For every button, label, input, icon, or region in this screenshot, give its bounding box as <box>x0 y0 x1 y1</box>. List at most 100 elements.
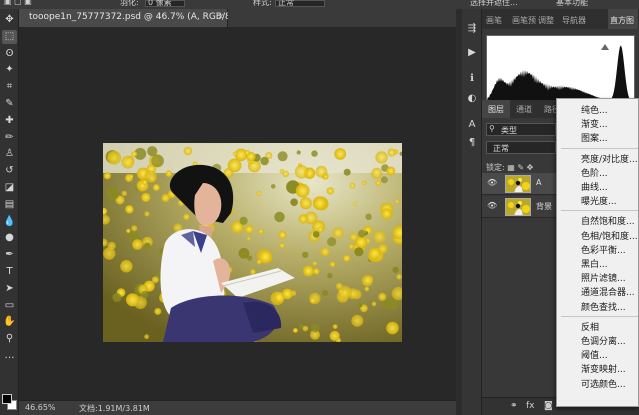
tab-layers-0[interactable]: 图层 <box>488 104 504 115</box>
select-mask-button[interactable]: 选择并遮住... <box>470 0 518 8</box>
brush-tool-icon[interactable]: ✏ <box>2 131 17 145</box>
document-tab[interactable]: tooope1n_75777372.psd @ 46.7% (A, RGB/8#… <box>19 9 249 27</box>
visibility-eye-icon[interactable]: 👁 <box>487 201 497 210</box>
eyedropper-tool-icon[interactable]: ✎ <box>2 97 17 111</box>
menu-item-adjustment[interactable]: 渐变... <box>581 117 608 130</box>
move-tool-icon[interactable]: ✥ <box>2 13 17 27</box>
menu-separator <box>561 210 638 212</box>
eraser-tool-icon[interactable]: ◪ <box>2 181 17 195</box>
style-select[interactable]: 正常 <box>275 0 325 7</box>
feather-input[interactable]: 0 像素 <box>145 0 185 7</box>
collapsed-panels-column: ⇶ ▶ ℹ ◐ A ¶ <box>462 9 482 415</box>
menu-item-adjustment[interactable]: 可选颜色... <box>581 377 626 390</box>
tab-histogram-2[interactable]: 调整 <box>538 15 554 26</box>
color-panel-icon[interactable]: ◐ <box>465 91 479 105</box>
menu-item-adjustment[interactable]: 亮度/对比度... <box>581 152 638 165</box>
options-bar: ▣ ▢ ▣ 羽化: 0 像素 样式: 正常 选择并遮住... 基本功能 <box>0 0 639 9</box>
rectangle-tool-icon[interactable]: ▭ <box>2 299 17 313</box>
menu-item-adjustment[interactable]: 色相/饱和度... <box>581 229 638 242</box>
histogram-panel-tabs: 画笔 画笔预 调整 导航器 直方图 <box>482 9 639 29</box>
histogram-graph <box>487 44 634 102</box>
gradient-tool-icon[interactable]: ▤ <box>2 198 17 212</box>
style-value: 正常 <box>278 0 294 7</box>
layer-effects-icon[interactable]: fx <box>526 401 535 411</box>
hand-tool-icon[interactable]: ✋ <box>2 315 17 329</box>
canvas-area[interactable] <box>19 27 456 400</box>
tab-layers-1[interactable]: 通道 <box>516 104 532 115</box>
workspace-select[interactable]: 基本功能 <box>556 0 588 8</box>
blur-tool-icon[interactable]: 💧 <box>2 215 17 229</box>
menu-item-adjustment[interactable]: 反相 <box>581 320 599 333</box>
info-panel-icon[interactable]: ℹ <box>465 71 479 85</box>
blend-mode-select[interactable]: 正常 <box>486 141 556 154</box>
visibility-eye-icon[interactable]: 👁 <box>487 178 497 187</box>
lock-row: 锁定: ▦ ✎ ✥ <box>486 162 533 173</box>
close-tab-icon[interactable]: × <box>217 12 225 22</box>
blend-mode-value: 正常 <box>493 144 509 153</box>
layer-mask-icon[interactable]: ◙ <box>544 401 553 411</box>
layer-name: A <box>536 178 542 187</box>
tab-histogram-1[interactable]: 画笔预 <box>512 15 536 26</box>
foreground-color-swatch[interactable] <box>2 394 12 404</box>
feather-value: 0 像素 <box>148 0 172 7</box>
menu-separator <box>561 315 638 317</box>
menu-item-adjustment[interactable]: 曝光度... <box>581 194 617 207</box>
menu-item-adjustment[interactable]: 自然饱和度... <box>581 214 635 227</box>
search-icon: ⚲ <box>489 124 495 133</box>
menu-item-adjustment[interactable]: 色调分离... <box>581 334 626 347</box>
lock-label: 锁定: <box>486 163 505 172</box>
menu-item-adjustment[interactable]: 照片滤镜... <box>581 271 626 284</box>
history-panel-icon[interactable]: ⇶ <box>465 21 479 35</box>
menu-item-adjustment[interactable]: 图案... <box>581 131 608 144</box>
play-action-icon[interactable]: ▶ <box>465 45 479 59</box>
document-size-info: 文档:1.91M/3.81M <box>79 404 150 413</box>
adjustment-layer-menu: 纯色... 渐变... 图案... 亮度/对比度... 色阶... 曲线... 曝光度...… <box>556 98 639 407</box>
menu-item-adjustment[interactable]: 渐变映射... <box>581 362 626 375</box>
lasso-tool-icon[interactable]: ʘ <box>2 47 17 61</box>
zoom-tool-icon[interactable]: ⚲ <box>2 332 17 346</box>
menu-item-adjustment[interactable]: 曲线... <box>581 180 608 193</box>
healing-brush-tool-icon[interactable]: ✚ <box>2 114 17 128</box>
menu-item-adjustment[interactable]: 黑白... <box>581 257 608 270</box>
clone-stamp-tool-icon[interactable]: ♙ <box>2 147 17 161</box>
menu-item-adjustment[interactable]: 通道混合器... <box>581 285 635 298</box>
menu-item-adjustment[interactable]: 色彩平衡... <box>581 243 626 256</box>
menu-separator <box>561 147 638 149</box>
zoom-level[interactable]: 46.65% <box>25 403 56 412</box>
document-image[interactable] <box>103 143 402 342</box>
paragraph-panel-icon[interactable]: ¶ <box>465 135 479 149</box>
layer-thumbnail <box>505 198 531 216</box>
character-panel-icon[interactable]: A <box>465 117 479 131</box>
history-brush-tool-icon[interactable]: ↺ <box>2 164 17 178</box>
lock-position-icon[interactable]: ✥ <box>527 163 534 172</box>
menu-item-adjustment[interactable]: 色阶... <box>581 166 608 179</box>
tab-histogram-4[interactable]: 直方图 <box>610 15 634 26</box>
layer-filter-select[interactable]: ⚲ 类型 <box>486 123 556 136</box>
layer-thumbnail <box>505 175 531 193</box>
lock-transparent-icon[interactable]: ▦ <box>507 163 517 172</box>
dodge-tool-icon[interactable]: ● <box>2 231 17 245</box>
menu-item-adjustment[interactable]: 阈值... <box>581 348 608 361</box>
crop-tool-icon[interactable]: ⌗ <box>2 80 17 94</box>
menu-item-adjustment[interactable]: 纯色... <box>581 103 608 116</box>
type-tool-icon[interactable]: T <box>2 265 17 279</box>
tab-histogram-0[interactable]: 画笔 <box>486 15 502 26</box>
photo-rapeseed-girl-reading <box>103 143 402 342</box>
link-layers-icon[interactable]: ⚭ <box>510 401 518 411</box>
histogram-warning-icon <box>601 44 609 50</box>
histogram-display <box>486 35 635 103</box>
feather-label: 羽化: <box>120 0 139 7</box>
magic-wand-tool-icon[interactable]: ✦ <box>2 63 17 77</box>
lock-pixels-icon[interactable]: ✎ <box>517 163 526 172</box>
tab-histogram-3[interactable]: 导航器 <box>562 15 586 26</box>
more-tools-icon[interactable]: … <box>2 349 17 363</box>
pen-tool-icon[interactable]: ✒ <box>2 248 17 262</box>
options-tool-icon[interactable]: ▣ ▢ ▣ <box>4 0 32 6</box>
layer-filter-label: 类型 <box>501 126 517 135</box>
menu-item-adjustment[interactable]: 颜色查找... <box>581 300 626 313</box>
marquee-tool-icon[interactable]: ⬚ <box>2 29 17 44</box>
style-label: 样式: <box>253 0 272 7</box>
tab-strip <box>228 9 456 27</box>
path-selection-tool-icon[interactable]: ➤ <box>2 282 17 296</box>
status-bar: 46.65% 文档:1.91M/3.81M <box>19 400 456 415</box>
